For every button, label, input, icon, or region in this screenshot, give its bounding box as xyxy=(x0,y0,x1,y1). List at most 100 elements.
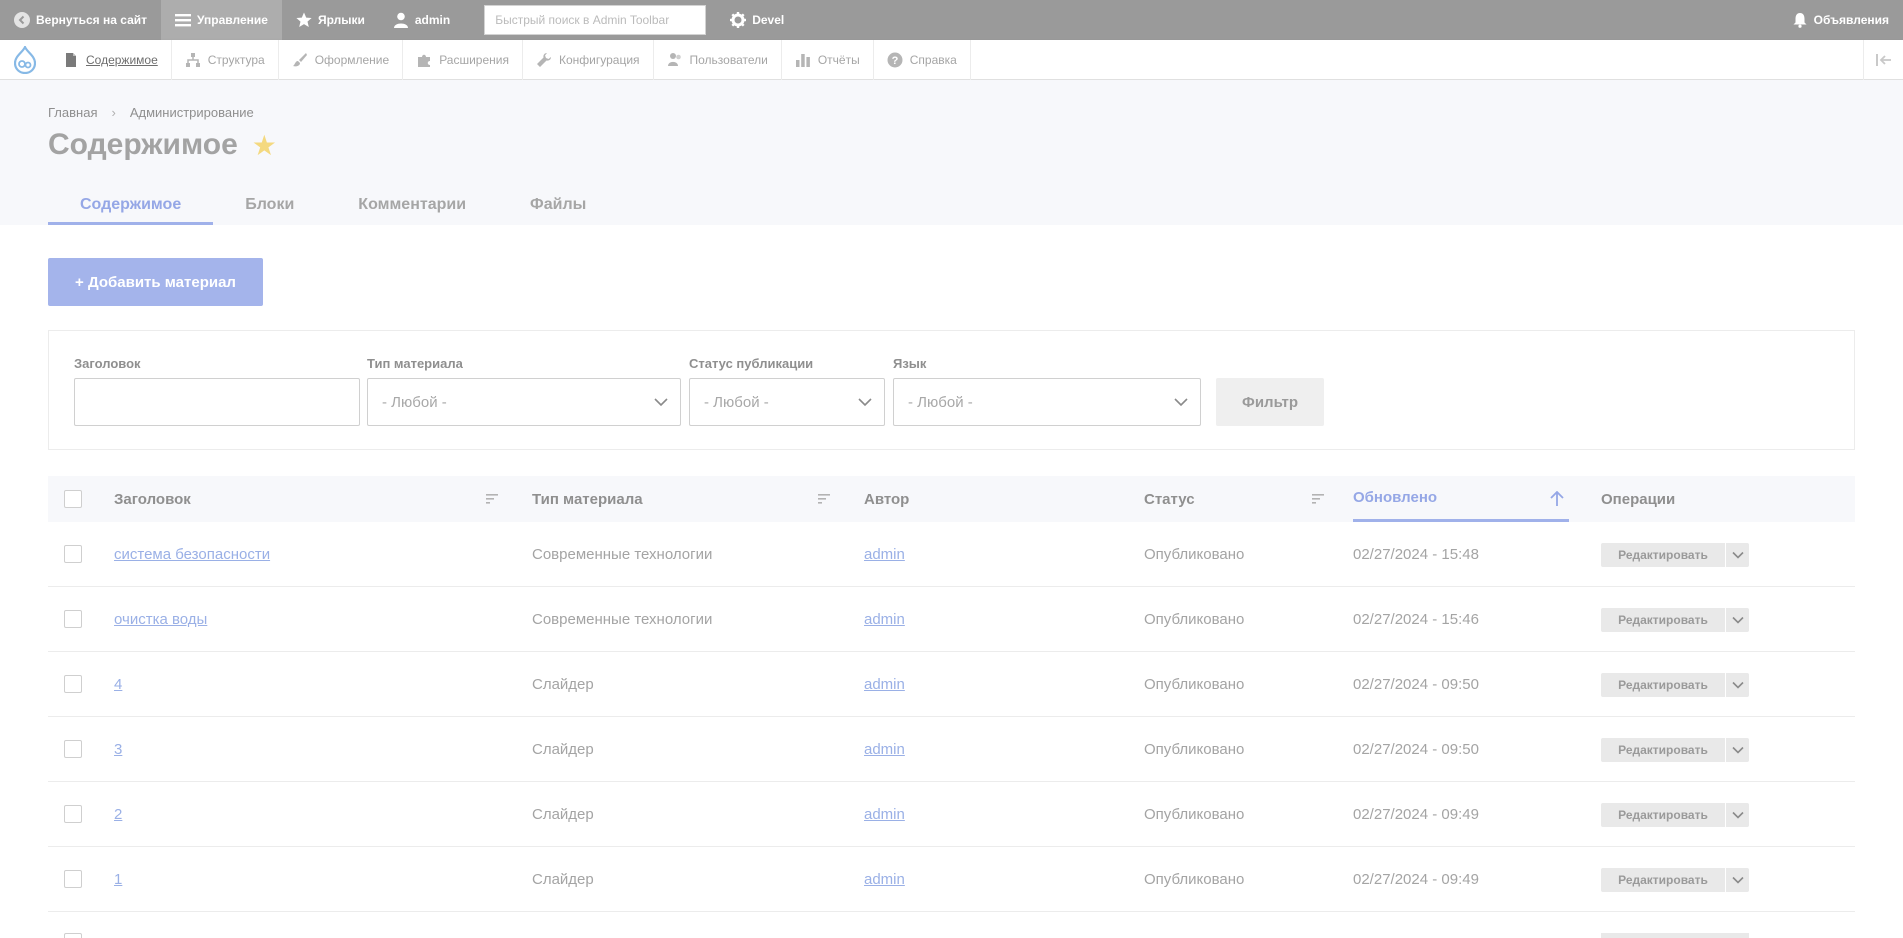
tray-item-structure[interactable]: Структура xyxy=(172,39,279,80)
breadcrumb: Главная › Администрирование xyxy=(48,105,254,120)
row-author-link[interactable]: admin xyxy=(864,676,905,693)
row-updated: 02/27/2024 - 15:46 xyxy=(1353,610,1479,628)
row-checkbox[interactable] xyxy=(64,675,82,693)
tray-item-content[interactable]: Содержимое xyxy=(50,39,172,80)
row-author-link[interactable]: admin xyxy=(864,871,905,888)
row-title-link[interactable]: очистка воды xyxy=(114,611,207,628)
language-filter-label: Язык xyxy=(893,356,927,371)
chevron-down-icon xyxy=(858,398,872,407)
table-body: система безопасности Современные техноло… xyxy=(48,522,1855,912)
row-author-link[interactable]: admin xyxy=(864,546,905,563)
tab-blocks[interactable]: Блоки xyxy=(213,185,326,225)
user-tab[interactable]: admin xyxy=(379,0,464,40)
edit-button[interactable]: Редактировать xyxy=(1601,543,1725,567)
row-title-link[interactable]: 1 xyxy=(114,871,122,888)
column-header-type[interactable]: Тип материала xyxy=(532,476,842,522)
tray-item-label: Структура xyxy=(207,52,265,67)
edit-button[interactable]: Редактировать xyxy=(1601,673,1725,697)
tray-orientation-toggle[interactable] xyxy=(1863,40,1903,80)
tray-item-help[interactable]: ? Справка xyxy=(874,39,971,80)
shortcut-star-icon[interactable]: ★ xyxy=(252,129,277,162)
tray-item-people[interactable]: Пользователи xyxy=(654,39,782,80)
table-row: 2 Слайдер admin Опубликовано 02/27/2024 … xyxy=(48,782,1855,847)
row-title-link[interactable]: 2 xyxy=(114,806,122,823)
row-title-link[interactable]: система безопасности xyxy=(114,546,270,563)
breadcrumb-home-link[interactable]: Главная xyxy=(48,105,97,120)
sort-icon xyxy=(818,494,830,504)
row-checkbox[interactable] xyxy=(64,610,82,628)
type-filter-value: - Любой - xyxy=(382,393,447,411)
edit-button[interactable]: Редактировать xyxy=(1601,803,1725,827)
back-to-site-link[interactable]: Вернуться на сайт xyxy=(0,0,161,40)
tray-item-appearance[interactable]: Оформление xyxy=(279,39,404,80)
operations-dropdown-toggle[interactable] xyxy=(1725,803,1749,827)
row-status: Опубликовано xyxy=(1144,610,1245,628)
wrench-icon xyxy=(536,52,551,67)
operations-dropdown-toggle[interactable] xyxy=(1725,673,1749,697)
sitemap-icon xyxy=(185,52,200,67)
arrow-up-icon xyxy=(1550,491,1564,506)
announcements-tab[interactable]: Объявления xyxy=(1778,0,1903,40)
row-title-link[interactable]: 4 xyxy=(114,676,122,693)
row-status: Опубликовано xyxy=(1144,545,1245,563)
status-filter-select[interactable]: - Любой - xyxy=(689,378,885,426)
edit-button[interactable]: Редактировать xyxy=(1601,738,1725,762)
column-header-operations-label: Операции xyxy=(1601,490,1676,508)
devel-tab[interactable]: Devel xyxy=(716,0,798,40)
row-author-link[interactable]: admin xyxy=(864,741,905,758)
page-title: Содержимое ★ xyxy=(48,128,277,162)
column-header-updated[interactable]: Обновлено xyxy=(1353,476,1569,522)
row-operations: Редактировать xyxy=(1601,543,1749,567)
breadcrumb-admin-link[interactable]: Администрирование xyxy=(130,105,254,120)
edit-button[interactable]: Редактировать xyxy=(1601,868,1725,892)
tab-content[interactable]: Содержимое xyxy=(48,185,214,225)
add-content-button[interactable]: + Добавить материал xyxy=(48,258,263,306)
manage-tab[interactable]: Управление xyxy=(161,0,282,40)
edit-button[interactable]: Редактировать xyxy=(1601,608,1725,632)
row-checkbox[interactable] xyxy=(64,805,82,823)
operations-dropdown-toggle[interactable] xyxy=(1725,738,1749,762)
row-operations: Редактировать xyxy=(1601,868,1749,892)
tray-item-label: Содержимое xyxy=(86,52,158,67)
page-header: Главная › Администрирование Содержимое ★… xyxy=(0,80,1903,225)
filter-submit-button[interactable]: Фильтр xyxy=(1216,378,1324,426)
column-header-status[interactable]: Статус xyxy=(1144,476,1334,522)
shortcuts-tab[interactable]: Ярлыки xyxy=(282,0,379,40)
row-checkbox[interactable] xyxy=(64,545,82,563)
row-author-link[interactable]: admin xyxy=(864,806,905,823)
page-title-text: Содержимое xyxy=(48,128,238,161)
tray-item-extend[interactable]: Расширения xyxy=(403,39,523,80)
edit-button-partial[interactable] xyxy=(1601,933,1749,938)
tray-item-label: Отчёты xyxy=(817,52,860,67)
column-header-title[interactable]: Заголовок xyxy=(114,476,504,522)
row-checkbox[interactable] xyxy=(64,740,82,758)
tray-item-configuration[interactable]: Конфигурация xyxy=(523,39,654,80)
column-header-operations: Операции xyxy=(1601,476,1821,522)
drupal-logo[interactable] xyxy=(0,40,50,80)
tab-comments[interactable]: Комментарии xyxy=(326,185,498,225)
tab-files[interactable]: Файлы xyxy=(498,185,618,225)
row-checkbox[interactable] xyxy=(64,933,82,938)
operations-dropdown-toggle[interactable] xyxy=(1725,868,1749,892)
status-filter-value: - Любой - xyxy=(704,393,769,411)
status-filter-label: Статус публикации xyxy=(689,356,814,371)
admin-toolbar-search-input[interactable]: Быстрый поиск в Admin Toolbar xyxy=(484,5,707,35)
chevron-down-icon xyxy=(1731,811,1744,819)
row-type: Слайдер xyxy=(532,870,594,888)
select-all-checkbox[interactable] xyxy=(64,490,82,508)
table-row: очистка воды Современные технологии admi… xyxy=(48,587,1855,652)
row-title-link[interactable]: 3 xyxy=(114,741,122,758)
svg-text:?: ? xyxy=(891,55,898,67)
tray-item-reports[interactable]: Отчёты xyxy=(782,39,874,80)
language-filter-select[interactable]: - Любой - xyxy=(893,378,1201,426)
operations-dropdown-toggle[interactable] xyxy=(1725,608,1749,632)
type-filter-select[interactable]: - Любой - xyxy=(367,378,681,426)
chevron-down-icon xyxy=(1731,551,1744,559)
question-circle-icon: ? xyxy=(887,52,903,67)
collapse-left-icon xyxy=(1875,54,1891,66)
row-checkbox[interactable] xyxy=(64,870,82,888)
title-filter-input[interactable] xyxy=(74,378,360,426)
language-filter-value: - Любой - xyxy=(908,393,973,411)
row-author-link[interactable]: admin xyxy=(864,611,905,628)
operations-dropdown-toggle[interactable] xyxy=(1725,543,1749,567)
